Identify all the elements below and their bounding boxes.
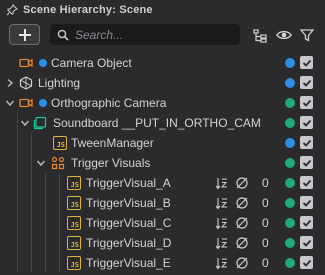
eye-icon[interactable] (276, 27, 292, 43)
sort-order-icon[interactable] (215, 216, 229, 230)
chevron-right-icon[interactable] (5, 78, 15, 88)
plus-icon (18, 28, 31, 41)
checkmark-icon (302, 199, 311, 207)
status-badge (285, 238, 295, 248)
tree-row-triggervisual[interactable]: JS TriggerVisual_E 0 (0, 253, 325, 273)
status-badge (285, 58, 295, 68)
tree-item-label: Soundboard __PUT_IN_ORTHO_CAM (53, 116, 261, 130)
tree-row-triggervisual[interactable]: JS TriggerVisual_D 0 (0, 233, 325, 253)
tree-item-label: Trigger Visuals (71, 156, 151, 170)
tree-item-label: TriggerVisual_B (86, 196, 171, 210)
camera-layer-dot (39, 59, 47, 67)
item-count: 0 (262, 196, 269, 210)
camera-icon (19, 98, 33, 108)
tree-item-label: Orthographic Camera (51, 96, 167, 110)
tree-item-label: TriggerVisual_E (86, 256, 171, 270)
chevron-down-icon[interactable] (20, 118, 30, 128)
item-count: 0 (262, 256, 269, 270)
camera-icon (19, 58, 33, 68)
lighting-icon (19, 76, 33, 90)
disabled-icon[interactable] (235, 236, 249, 250)
hierarchy-toolbar (0, 20, 325, 50)
js-script-icon: JS (67, 216, 81, 230)
visibility-checkbox[interactable] (300, 236, 313, 249)
tree-item-label: TriggerVisual_C (86, 216, 172, 230)
visibility-checkbox[interactable] (300, 156, 313, 169)
tree-row-triggervisual[interactable]: JS TriggerVisual_B 0 (0, 193, 325, 213)
add-object-button[interactable] (9, 24, 40, 45)
status-badge (285, 158, 295, 168)
status-badge (285, 138, 295, 148)
search-input[interactable] (75, 27, 225, 42)
checkmark-icon (302, 239, 311, 247)
chevron-down-icon[interactable] (5, 98, 15, 108)
visibility-checkbox[interactable] (300, 56, 313, 69)
tree-row-lighting[interactable]: Lighting (0, 73, 325, 93)
visibility-checkbox[interactable] (300, 116, 313, 129)
checkmark-icon (302, 79, 311, 87)
checkmark-icon (302, 159, 311, 167)
tree-item-label: TriggerVisual_A (86, 176, 171, 190)
js-script-icon: JS (67, 196, 81, 210)
group-icon (51, 156, 65, 170)
status-badge (285, 218, 295, 228)
pin-icon[interactable] (6, 4, 18, 16)
tree-row-soundboard[interactable]: Soundboard __PUT_IN_ORTHO_CAM (0, 113, 325, 133)
visibility-checkbox[interactable] (300, 136, 313, 149)
screen-transform-icon (33, 116, 47, 130)
checkmark-icon (302, 59, 311, 67)
filter-icon[interactable] (299, 27, 315, 43)
visibility-checkbox[interactable] (300, 176, 313, 189)
checkmark-icon (302, 99, 311, 107)
status-badge (285, 258, 295, 268)
tree-item-label: TriggerVisual_D (86, 236, 172, 250)
tree-row-camera-object[interactable]: Camera Object (0, 53, 325, 73)
tree-item-label: Camera Object (51, 56, 132, 70)
hierarchy-options-icon[interactable] (252, 27, 268, 43)
visibility-checkbox[interactable] (300, 96, 313, 109)
visibility-checkbox[interactable] (300, 76, 313, 89)
panel-titlebar: Scene Hierarchy: Scene (0, 0, 325, 20)
sort-order-icon[interactable] (215, 256, 229, 270)
tree-row-orthographic-camera[interactable]: Orthographic Camera (0, 93, 325, 113)
visibility-checkbox[interactable] (300, 256, 313, 269)
checkmark-icon (302, 219, 311, 227)
panel-title: Scene Hierarchy: Scene (23, 4, 153, 16)
sort-order-icon[interactable] (215, 236, 229, 250)
tree-item-label: TweenManager (71, 136, 154, 150)
visibility-checkbox[interactable] (300, 216, 313, 229)
sort-order-icon[interactable] (215, 196, 229, 210)
tree-row-triggervisual[interactable]: JS TriggerVisual_A 0 (0, 173, 325, 193)
tree-item-label: Lighting (38, 76, 81, 90)
tree-row-triggervisual[interactable]: JS TriggerVisual_C 0 (0, 213, 325, 233)
camera-layer-dot (39, 99, 47, 107)
checkmark-icon (302, 259, 311, 267)
disabled-icon[interactable] (235, 216, 249, 230)
js-script-icon: JS (67, 176, 81, 190)
search-box[interactable] (50, 24, 240, 45)
sort-order-icon[interactable] (215, 176, 229, 190)
item-count: 0 (262, 216, 269, 230)
checkmark-icon (302, 139, 311, 147)
chevron-down-icon[interactable] (36, 158, 46, 168)
js-script-icon: JS (53, 136, 67, 150)
item-count: 0 (262, 236, 269, 250)
js-script-icon: JS (67, 256, 81, 270)
disabled-icon[interactable] (235, 196, 249, 210)
status-badge (285, 198, 295, 208)
tree-row-trigger-visuals[interactable]: Trigger Visuals (0, 153, 325, 173)
js-script-icon: JS (67, 236, 81, 250)
item-count: 0 (262, 176, 269, 190)
status-badge (285, 98, 295, 108)
tree-row-tweenmanager[interactable]: JS TweenManager (0, 133, 325, 153)
disabled-icon[interactable] (235, 176, 249, 190)
checkmark-icon (302, 179, 311, 187)
search-icon (57, 29, 69, 41)
checkmark-icon (302, 119, 311, 127)
status-badge (285, 178, 295, 188)
disabled-icon[interactable] (235, 256, 249, 270)
status-badge (285, 118, 295, 128)
visibility-checkbox[interactable] (300, 196, 313, 209)
status-badge (285, 78, 295, 88)
